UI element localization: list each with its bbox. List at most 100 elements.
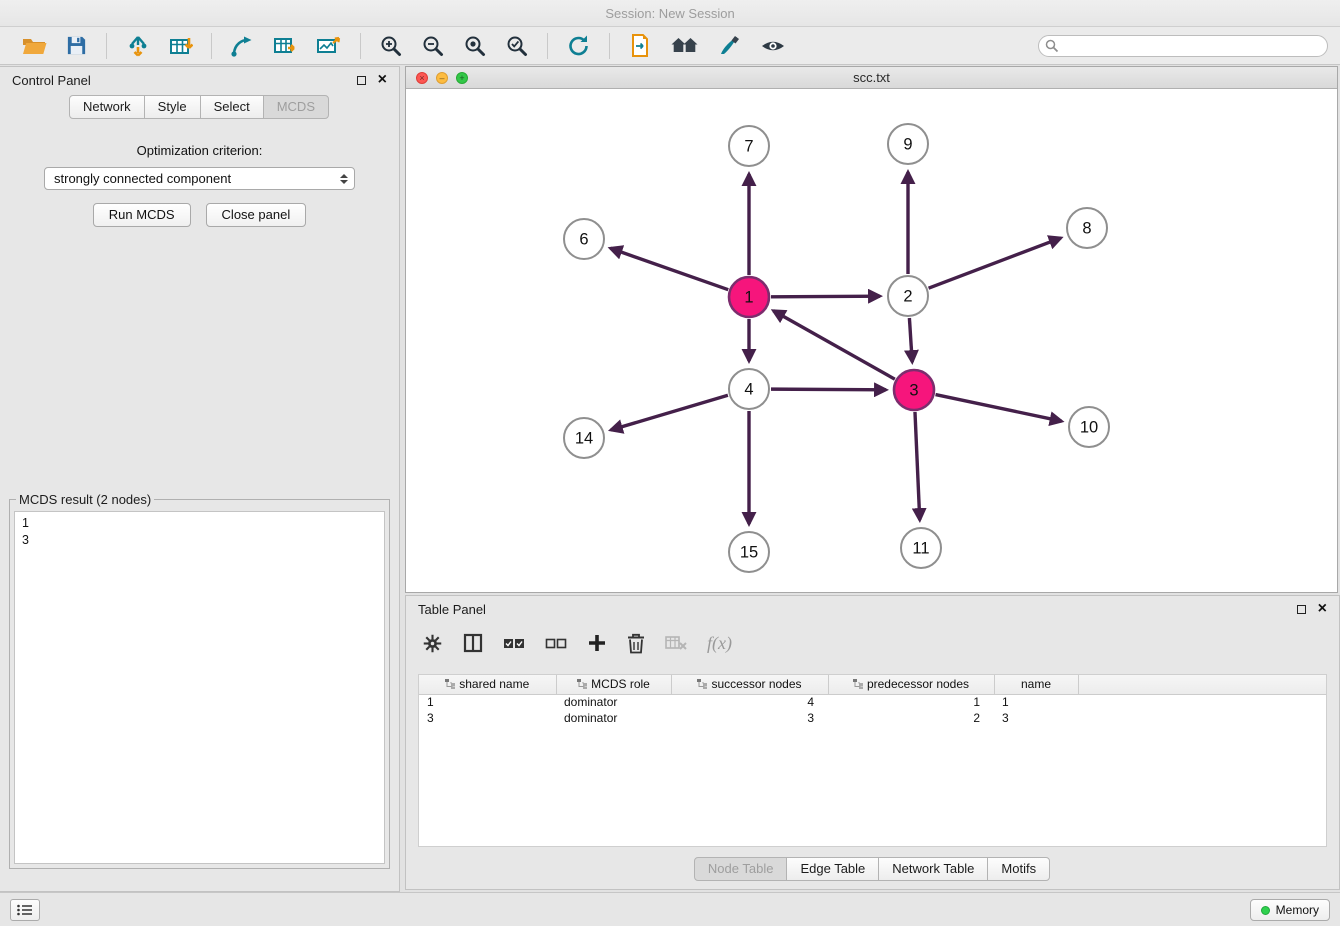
table-settings-button[interactable] (422, 633, 443, 654)
table-row[interactable]: 3dominator323 (419, 710, 1326, 726)
network-window-titlebar[interactable]: × – + scc.txt (406, 67, 1337, 89)
edge-1-6[interactable] (610, 248, 728, 289)
node-label: 4 (744, 381, 753, 399)
zoom-selected-button[interactable] (503, 32, 531, 60)
edge-3-1[interactable] (773, 311, 894, 379)
column-header-predecessor-nodes[interactable]: predecessor nodes (828, 675, 994, 694)
refresh-view-button[interactable] (564, 32, 593, 60)
save-session-button[interactable] (63, 32, 90, 59)
search-input[interactable] (1038, 35, 1328, 57)
import-network-button[interactable] (123, 32, 152, 60)
network-canvas[interactable]: 7 9 6 8 1 2 4 3 14 10 15 11 (406, 89, 1337, 592)
node-1[interactable]: 1 (729, 277, 769, 317)
control-panel: Control Panel × Network Style Select MCD… (0, 66, 400, 892)
close-panel-button[interactable]: Close panel (206, 203, 307, 227)
node-11[interactable]: 11 (901, 528, 941, 568)
cell-predecessor-nodes[interactable]: 2 (828, 710, 994, 726)
cell-mcds-role[interactable]: dominator (556, 694, 671, 710)
float-panel-icon[interactable] (357, 76, 366, 85)
node-6[interactable]: 6 (564, 219, 604, 259)
run-mcds-button[interactable]: Run MCDS (93, 203, 191, 227)
node-9[interactable]: 9 (888, 124, 928, 164)
edge-2-3[interactable] (909, 318, 912, 362)
node-8[interactable]: 8 (1067, 208, 1107, 248)
node-label: 1 (744, 289, 753, 307)
zoom-fit-button[interactable] (461, 32, 489, 60)
edge-4-3[interactable] (771, 389, 886, 390)
maximize-window-icon[interactable]: + (456, 72, 468, 84)
cell-predecessor-nodes[interactable]: 1 (828, 694, 994, 710)
close-panel-icon[interactable]: × (1318, 602, 1327, 616)
tab-network-table[interactable]: Network Table (878, 857, 988, 881)
tab-edge-table[interactable]: Edge Table (786, 857, 879, 881)
export-table-button[interactable] (271, 32, 300, 60)
tab-mcds[interactable]: MCDS (263, 95, 329, 119)
zoom-out-button[interactable] (419, 32, 447, 60)
table-panel-tabs: Node Table Edge Table Network Table Moti… (406, 857, 1339, 881)
task-history-button[interactable] (10, 899, 40, 921)
control-panel-header: Control Panel × (0, 67, 399, 93)
tab-style[interactable]: Style (144, 95, 201, 119)
delete-table-button[interactable] (665, 635, 687, 651)
edge-1-2[interactable] (771, 296, 880, 297)
add-row-button[interactable] (587, 633, 607, 653)
node-15[interactable]: 15 (729, 532, 769, 572)
memory-button[interactable]: Memory (1250, 899, 1330, 921)
table-header-row: shared name MCDS role successor nodes pr… (419, 675, 1326, 694)
network-overview-button[interactable] (228, 32, 257, 60)
close-panel-icon[interactable]: × (378, 73, 387, 87)
cell-successor-nodes[interactable]: 4 (671, 694, 828, 710)
optimization-criterion-label: Optimization criterion: (0, 143, 399, 158)
tab-motifs[interactable]: Motifs (987, 857, 1050, 881)
cell-mcds-role[interactable]: dominator (556, 710, 671, 726)
deselect-all-columns-button[interactable] (545, 636, 567, 650)
copy-document-button[interactable] (626, 31, 654, 60)
node-7[interactable]: 7 (729, 126, 769, 166)
float-panel-icon[interactable] (1297, 605, 1306, 614)
cell-name[interactable]: 3 (994, 710, 1078, 726)
cell-successor-nodes[interactable]: 3 (671, 710, 828, 726)
cell-filler (1078, 710, 1326, 726)
column-header-mcds-role[interactable]: MCDS role (556, 675, 671, 694)
cell-filler (1078, 694, 1326, 710)
double-home-icon (670, 34, 699, 57)
function-builder-button[interactable]: f(x) (707, 633, 732, 654)
import-table-button[interactable] (166, 32, 195, 60)
network-window-title: scc.txt (853, 70, 890, 85)
node-2[interactable]: 2 (888, 276, 928, 316)
tab-select[interactable]: Select (200, 95, 264, 119)
column-header-successor-nodes[interactable]: successor nodes (671, 675, 828, 694)
tab-network[interactable]: Network (69, 95, 145, 119)
gear-icon (422, 633, 443, 654)
edge-2-8[interactable] (929, 238, 1061, 288)
node-label: 9 (903, 136, 912, 154)
criterion-dropdown[interactable]: strongly connected component (44, 167, 355, 190)
edge-4-14[interactable] (611, 395, 728, 430)
edge-3-11[interactable] (915, 412, 920, 520)
home-layout-button[interactable] (668, 32, 701, 59)
node-4[interactable]: 4 (729, 369, 769, 409)
zoom-in-button[interactable] (377, 32, 405, 60)
export-image-button[interactable] (314, 32, 344, 60)
node-14[interactable]: 14 (564, 418, 604, 458)
show-hide-graphics-button[interactable] (758, 32, 788, 60)
cell-name[interactable]: 1 (994, 694, 1078, 710)
edge-3-10[interactable] (936, 395, 1062, 422)
node-3[interactable]: 3 (894, 370, 934, 410)
cell-shared-name[interactable]: 3 (419, 710, 556, 726)
delete-row-button[interactable] (627, 633, 645, 654)
column-header-name[interactable]: name (994, 675, 1078, 694)
open-session-button[interactable] (19, 32, 49, 59)
window-titlebar[interactable]: Session: New Session (0, 0, 1340, 27)
mcds-result-list[interactable]: 1 3 (14, 511, 385, 864)
node-10[interactable]: 10 (1069, 407, 1109, 447)
table-row[interactable]: 1dominator411 (419, 694, 1326, 710)
apply-style-button[interactable] (715, 32, 744, 60)
cell-shared-name[interactable]: 1 (419, 694, 556, 710)
minimize-window-icon[interactable]: – (436, 72, 448, 84)
column-header-shared-name[interactable]: shared name (419, 675, 556, 694)
close-window-icon[interactable]: × (416, 72, 428, 84)
show-columns-button[interactable] (463, 633, 483, 653)
select-all-columns-button[interactable] (503, 636, 525, 650)
tab-node-table[interactable]: Node Table (694, 857, 788, 881)
